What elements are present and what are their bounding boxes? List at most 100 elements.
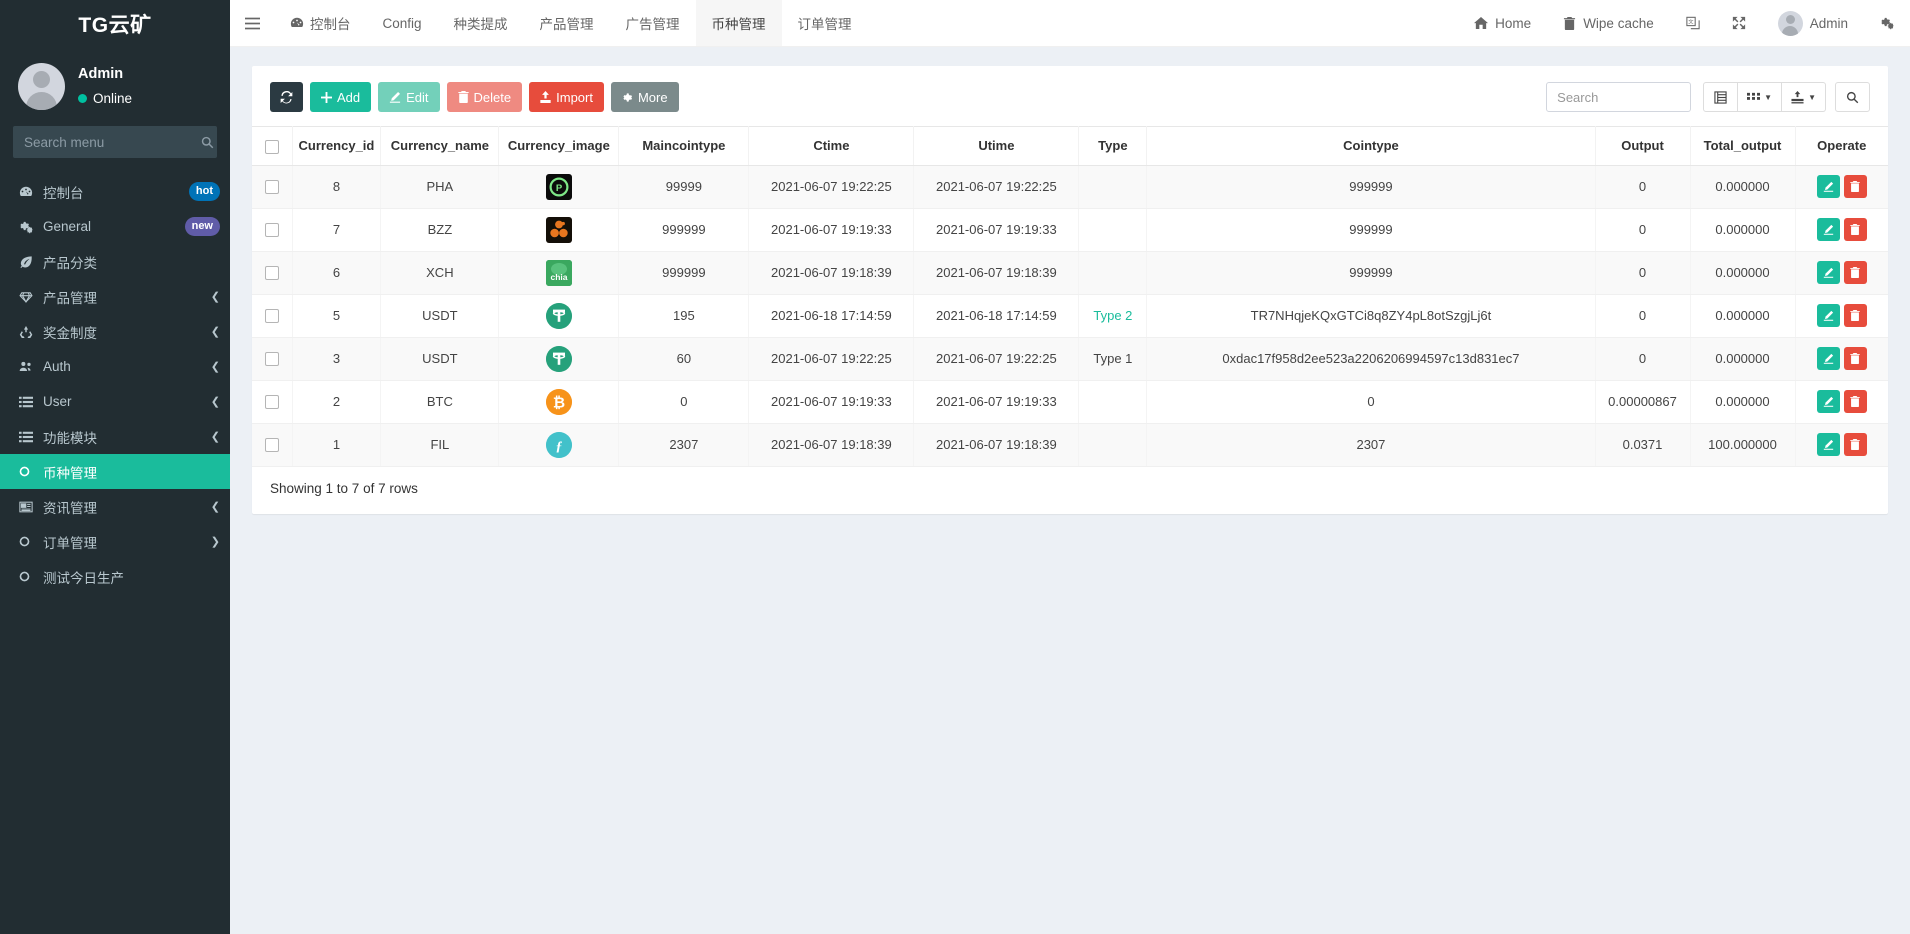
- sidebar-item-7[interactable]: User❮: [0, 384, 230, 419]
- row-delete-button[interactable]: [1844, 390, 1867, 413]
- sidebar-link[interactable]: 订单管理❯: [0, 524, 230, 559]
- row-checkbox[interactable]: [265, 266, 279, 280]
- cell-operate: [1795, 208, 1888, 251]
- table-search-input[interactable]: [1546, 82, 1691, 112]
- table-row[interactable]: 1FILƒ23072021-06-07 19:18:392021-06-07 1…: [252, 423, 1888, 466]
- col-cointype[interactable]: Cointype: [1147, 127, 1595, 166]
- sidebar-item-8[interactable]: 功能模块❮: [0, 419, 230, 454]
- row-checkbox[interactable]: [265, 309, 279, 323]
- sidebar-link[interactable]: 控制台hot: [0, 174, 230, 209]
- table-row[interactable]: 5USDT1952021-06-18 17:14:592021-06-18 17…: [252, 294, 1888, 337]
- search-icon[interactable]: [201, 136, 214, 149]
- row-delete-button[interactable]: [1844, 304, 1867, 327]
- row-checkbox[interactable]: [265, 352, 279, 366]
- sidebar-link[interactable]: 产品分类: [0, 244, 230, 279]
- row-delete-button[interactable]: [1844, 261, 1867, 284]
- add-label: Add: [337, 90, 360, 105]
- search-toggle-button[interactable]: [1835, 82, 1870, 112]
- row-delete-button[interactable]: [1844, 347, 1867, 370]
- table-row[interactable]: 2BTC₿02021-06-07 19:19:332021-06-07 19:1…: [252, 380, 1888, 423]
- row-checkbox[interactable]: [265, 223, 279, 237]
- row-edit-button[interactable]: [1817, 433, 1840, 456]
- col-maincointype[interactable]: Maincointype: [619, 127, 749, 166]
- row-checkbox[interactable]: [265, 180, 279, 194]
- import-button[interactable]: Import: [529, 82, 604, 112]
- circle-icon: [19, 571, 43, 582]
- col-type[interactable]: Type: [1079, 127, 1147, 166]
- table-row[interactable]: 7BZZ9999992021-06-07 19:19:332021-06-07 …: [252, 208, 1888, 251]
- sidebar-link[interactable]: 产品管理❮: [0, 279, 230, 314]
- table-row[interactable]: 3USDT602021-06-07 19:22:252021-06-07 19:…: [252, 337, 1888, 380]
- sidebar-search[interactable]: [13, 126, 217, 158]
- col-total-output[interactable]: Total_output: [1690, 127, 1795, 166]
- sidebar-item-11[interactable]: 订单管理❯: [0, 524, 230, 559]
- sidebar-item-10[interactable]: 资讯管理❮: [0, 489, 230, 524]
- col-currency-id[interactable]: Currency_id: [292, 127, 381, 166]
- cell-type[interactable]: Type 2: [1079, 294, 1147, 337]
- refresh-button[interactable]: [270, 82, 303, 112]
- sidebar-toggle-button[interactable]: [230, 0, 274, 46]
- nav-action-3[interactable]: 文: [1670, 0, 1716, 46]
- avatar: [18, 63, 65, 110]
- cell-currency-name: BZZ: [381, 208, 499, 251]
- table-row[interactable]: 6XCHchia9999992021-06-07 19:18:392021-06…: [252, 251, 1888, 294]
- row-delete-button[interactable]: [1844, 175, 1867, 198]
- delete-button[interactable]: Delete: [447, 82, 523, 112]
- sidebar-link[interactable]: 资讯管理❮: [0, 489, 230, 524]
- edit-button[interactable]: Edit: [378, 82, 439, 112]
- row-delete-button[interactable]: [1844, 218, 1867, 241]
- pha-coin-icon: P: [546, 174, 572, 200]
- brand-logo[interactable]: TG云矿: [0, 0, 230, 47]
- columns-icon[interactable]: ▼: [1738, 82, 1782, 112]
- nav-tab-1[interactable]: 控制台: [274, 0, 367, 46]
- col-currency-image[interactable]: Currency_image: [499, 127, 619, 166]
- row-edit-button[interactable]: [1817, 390, 1840, 413]
- sidebar-link[interactable]: 功能模块❮: [0, 419, 230, 454]
- nav-action-4[interactable]: [1716, 0, 1762, 46]
- row-checkbox[interactable]: [265, 438, 279, 452]
- sidebar-item-4[interactable]: 产品管理❮: [0, 279, 230, 314]
- row-edit-button[interactable]: [1817, 304, 1840, 327]
- more-button[interactable]: More: [611, 82, 679, 112]
- sidebar-link[interactable]: 奖金制度❮: [0, 314, 230, 349]
- row-edit-button[interactable]: [1817, 347, 1840, 370]
- nav-action-6[interactable]: [1864, 0, 1910, 46]
- sidebar-link[interactable]: User❮: [0, 384, 230, 419]
- nav-action-2[interactable]: Wipe cache: [1547, 0, 1670, 46]
- col-utime[interactable]: Utime: [914, 127, 1079, 166]
- sidebar-item-6[interactable]: Auth❮: [0, 349, 230, 384]
- search-menu-input[interactable]: [24, 135, 201, 150]
- sidebar-link[interactable]: Auth❮: [0, 349, 230, 384]
- row-checkbox[interactable]: [265, 395, 279, 409]
- sidebar-item-1[interactable]: 控制台hot: [0, 174, 230, 209]
- export-icon[interactable]: ▼: [1782, 82, 1826, 112]
- row-edit-button[interactable]: [1817, 261, 1840, 284]
- row-delete-button[interactable]: [1844, 433, 1867, 456]
- nav-action-1[interactable]: Home: [1458, 0, 1547, 46]
- table-row[interactable]: 8PHAP999992021-06-07 19:22:252021-06-07 …: [252, 165, 1888, 208]
- sidebar-item-3[interactable]: 产品分类: [0, 244, 230, 279]
- row-edit-button[interactable]: [1817, 218, 1840, 241]
- row-edit-button[interactable]: [1817, 175, 1840, 198]
- sidebar-link[interactable]: Generalnew: [0, 209, 230, 244]
- nav-tab-7[interactable]: 订单管理: [782, 0, 868, 46]
- nav-action-5[interactable]: Admin: [1762, 0, 1864, 46]
- sidebar-item-5[interactable]: 奖金制度❮: [0, 314, 230, 349]
- table-view-icon[interactable]: [1703, 82, 1738, 112]
- select-all-checkbox[interactable]: [265, 140, 279, 154]
- sidebar-item-9[interactable]: 币种管理: [0, 454, 230, 489]
- sidebar-link[interactable]: 测试今日生产: [0, 559, 230, 594]
- nav-action-label: Home: [1495, 16, 1531, 31]
- col-output[interactable]: Output: [1595, 127, 1690, 166]
- sidebar-item-2[interactable]: Generalnew: [0, 209, 230, 244]
- nav-tab-2[interactable]: Config: [367, 0, 438, 46]
- nav-tab-5[interactable]: 广告管理: [610, 0, 696, 46]
- nav-tab-3[interactable]: 种类提成: [438, 0, 524, 46]
- col-ctime[interactable]: Ctime: [749, 127, 914, 166]
- nav-tab-6[interactable]: 币种管理: [696, 0, 782, 46]
- sidebar-item-12[interactable]: 测试今日生产: [0, 559, 230, 594]
- col-currency-name[interactable]: Currency_name: [381, 127, 499, 166]
- add-button[interactable]: Add: [310, 82, 371, 112]
- sidebar-link[interactable]: 币种管理: [0, 454, 230, 489]
- nav-tab-4[interactable]: 产品管理: [524, 0, 610, 46]
